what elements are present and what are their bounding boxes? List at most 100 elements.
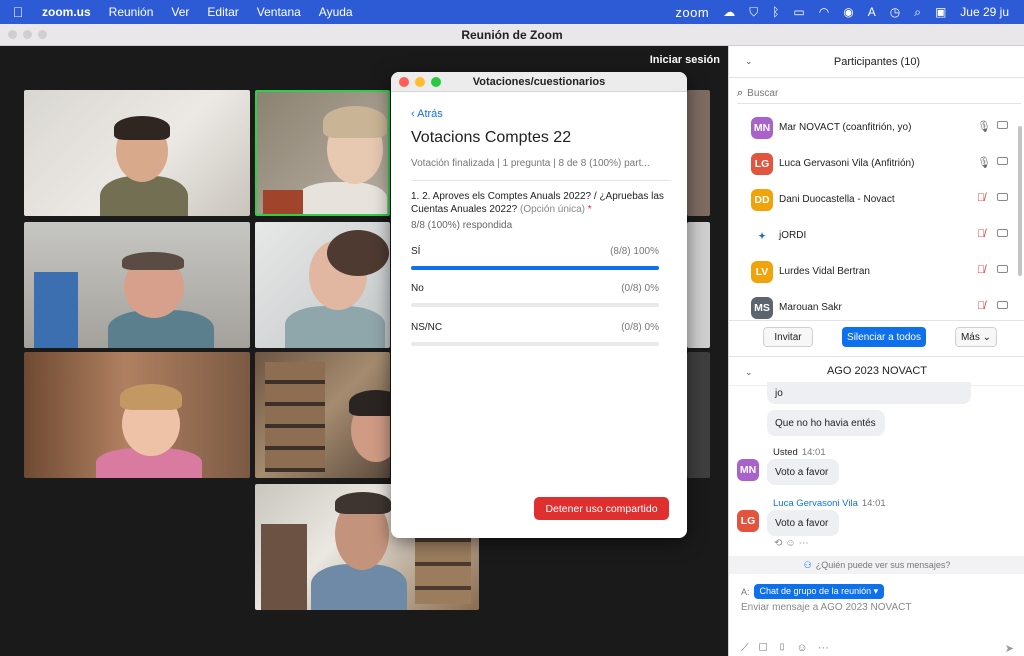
time-machine-icon[interactable]: ◷ bbox=[883, 5, 907, 19]
search-icon: ⌕ bbox=[737, 87, 744, 99]
emoji-reaction-icon[interactable]: ☺ bbox=[785, 538, 798, 549]
search-input[interactable]: Buscar bbox=[747, 88, 778, 99]
invite-button[interactable]: Invitar bbox=[763, 327, 813, 347]
video-off-icon[interactable] bbox=[997, 265, 1008, 273]
participant-name: Dani Duocastella - Novact bbox=[779, 194, 895, 205]
video-tile[interactable] bbox=[24, 90, 250, 216]
user-switch-icon[interactable]: ▣ bbox=[928, 5, 953, 19]
microphone-icon[interactable]: 🎙 bbox=[977, 120, 991, 133]
option-progress-track bbox=[411, 342, 659, 346]
bluetooth-icon[interactable]: ᛒ bbox=[765, 5, 786, 19]
microphone-muted-icon[interactable]: 🎙̸ bbox=[977, 264, 985, 276]
reply-icon[interactable]: ⟲ bbox=[774, 538, 785, 549]
collapse-chevron-icon[interactable]: ⌄ bbox=[745, 367, 753, 378]
poll-title: Votacions Comptes 22 bbox=[411, 129, 572, 146]
shield-icon[interactable]: ⛉ bbox=[742, 5, 765, 20]
video-off-icon[interactable] bbox=[997, 229, 1008, 237]
video-tile[interactable] bbox=[687, 222, 710, 348]
participants-title: Participantes (10) bbox=[833, 55, 921, 68]
video-off-icon[interactable] bbox=[997, 193, 1008, 201]
participant-actions: Invitar Silenciar a todos Más ⌄ bbox=[729, 320, 1024, 350]
chat-toolbar: ⟋▢▯☺⋯ bbox=[741, 642, 839, 655]
video-off-icon[interactable] bbox=[997, 157, 1008, 165]
send-icon[interactable]: ➤ bbox=[1005, 642, 1014, 655]
chat-privacy-notice[interactable]: ⚇ ¿Quién puede ver sus mensajes? bbox=[729, 556, 1024, 574]
microphone-muted-icon[interactable]: 🎙̸ bbox=[977, 228, 985, 240]
mute-all-button[interactable]: Silenciar a todos bbox=[842, 327, 926, 347]
participant-scrollbar[interactable] bbox=[1018, 126, 1022, 276]
close-window-button[interactable] bbox=[8, 30, 17, 39]
more-button[interactable]: Más ⌄ bbox=[955, 327, 997, 347]
menu-item-reunion[interactable]: Reunión bbox=[100, 5, 163, 19]
control-center-icon[interactable]: ◉ bbox=[836, 5, 860, 19]
video-off-icon[interactable] bbox=[997, 121, 1008, 129]
microphone-icon[interactable]: 🎙 bbox=[977, 156, 991, 169]
video-tile[interactable] bbox=[24, 352, 250, 478]
option-label: No bbox=[411, 283, 424, 294]
participant-search[interactable]: ⌕ Buscar bbox=[737, 84, 1021, 104]
to-label: A: bbox=[741, 586, 750, 597]
microphone-muted-icon[interactable]: 🎙̸ bbox=[977, 192, 985, 204]
polls-window-title: Votaciones/cuestionarios bbox=[472, 75, 606, 88]
window-titlebar: Reunión de Zoom bbox=[0, 24, 1024, 46]
menubar-clock[interactable]: Jue 29 ju bbox=[953, 5, 1016, 19]
avatar: LG bbox=[751, 153, 773, 175]
screenshot-icon[interactable]: ▢ bbox=[759, 642, 778, 654]
video-tile[interactable] bbox=[255, 222, 390, 348]
more-options-icon[interactable]: ⋯ bbox=[799, 538, 812, 549]
participant-row[interactable]: MN Mar NOVACT (coanfitrión, yo) 🎙 bbox=[729, 110, 1024, 146]
back-link[interactable]: ‹ Atrás bbox=[411, 108, 443, 120]
video-off-icon[interactable] bbox=[997, 301, 1008, 309]
chat-sender: Usted 14:01 bbox=[773, 447, 826, 458]
minimize-window-button[interactable] bbox=[23, 30, 32, 39]
zoom-window-button[interactable] bbox=[38, 30, 47, 39]
wifi-icon[interactable]: ◠ bbox=[812, 5, 836, 19]
option-progress-track bbox=[411, 303, 659, 307]
cloud-icon[interactable]: ☁ bbox=[716, 5, 742, 19]
menu-item-ventana[interactable]: Ventana bbox=[248, 5, 310, 19]
polls-window: Votaciones/cuestionarios ‹ Atrás Votacio… bbox=[391, 72, 687, 538]
collapse-chevron-icon[interactable]: ⌄ bbox=[745, 56, 753, 67]
participant-row[interactable]: LG Luca Gervasoni Vila (Anfitrión) 🎙 bbox=[729, 146, 1024, 182]
option-result: (0/8) 0% bbox=[621, 322, 659, 333]
avatar: LG bbox=[737, 510, 759, 532]
keyboard-input-icon[interactable]: A bbox=[861, 5, 883, 19]
video-tile[interactable] bbox=[255, 352, 390, 478]
sign-in-link[interactable]: Iniciar sesión bbox=[650, 54, 720, 66]
menu-app-name[interactable]: zoom.us bbox=[26, 5, 100, 19]
video-tile-active-speaker[interactable] bbox=[255, 90, 390, 216]
emoji-icon[interactable]: ☺ bbox=[796, 642, 817, 654]
video-tile[interactable] bbox=[687, 90, 710, 216]
microphone-muted-icon[interactable]: 🎙̸ bbox=[977, 300, 985, 312]
file-icon[interactable]: ▯ bbox=[778, 642, 797, 654]
avatar: LV bbox=[751, 261, 773, 283]
menu-item-editar[interactable]: Editar bbox=[198, 5, 247, 19]
message-time: 14:01 bbox=[861, 498, 886, 509]
chat-message: Voto a favor bbox=[767, 510, 839, 536]
menu-item-ver[interactable]: Ver bbox=[162, 5, 198, 19]
battery-icon[interactable]: ▭ bbox=[786, 5, 811, 19]
polls-zoom-button[interactable] bbox=[431, 77, 441, 87]
apple-menu-icon[interactable]:  bbox=[0, 4, 26, 20]
polls-minimize-button[interactable] bbox=[415, 77, 425, 87]
option-result: (0/8) 0% bbox=[621, 283, 659, 294]
stop-sharing-button[interactable]: Detener uso compartido bbox=[534, 497, 669, 520]
format-icon[interactable]: ⟋ bbox=[741, 642, 759, 654]
participant-name: jORDI bbox=[779, 230, 807, 241]
zoom-status-icon[interactable]: zoom bbox=[668, 5, 716, 20]
video-tile[interactable] bbox=[687, 352, 710, 478]
chat-title: AGO 2023 NOVACT bbox=[826, 365, 928, 377]
participant-row[interactable]: LV Lurdes Vidal Bertran 🎙̸ bbox=[729, 254, 1024, 290]
recipient-dropdown[interactable]: Chat de grupo de la reunión ▾ bbox=[753, 584, 885, 599]
polls-close-button[interactable] bbox=[399, 77, 409, 87]
participant-row[interactable]: ✦ jORDI 🎙̸ bbox=[729, 218, 1024, 254]
more-tools-icon[interactable]: ⋯ bbox=[818, 642, 839, 654]
video-tile[interactable] bbox=[24, 222, 250, 348]
chat-input[interactable]: Enviar mensaje a AGO 2023 NOVACT bbox=[741, 602, 911, 613]
avatar: DD bbox=[751, 189, 773, 211]
option-label: SÍ bbox=[411, 246, 421, 257]
answered-count: 8/8 (100%) respondida bbox=[411, 220, 513, 231]
menu-item-ayuda[interactable]: Ayuda bbox=[310, 5, 362, 19]
participant-row[interactable]: DD Dani Duocastella - Novact 🎙̸ bbox=[729, 182, 1024, 218]
spotlight-search-icon[interactable]: ⌕ bbox=[907, 5, 928, 20]
